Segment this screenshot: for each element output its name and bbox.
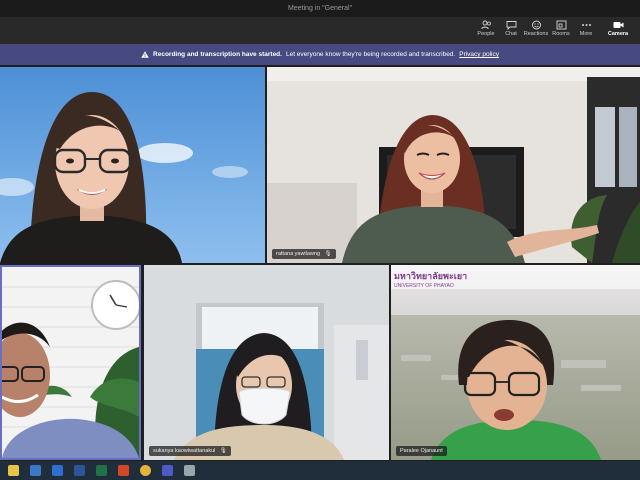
participant-tile-1[interactable] (0, 67, 265, 263)
window-title: Meeting in "General" (287, 5, 353, 12)
chat-icon (506, 21, 516, 30)
window-titlebar: Meeting in "General" (0, 0, 640, 17)
people-icon (480, 20, 491, 30)
participant-video-5 (391, 265, 640, 460)
snip-icon[interactable] (184, 465, 195, 476)
mic-muted-icon: 🎙 (324, 251, 332, 257)
participant-tile-2[interactable]: rattana yawilawng 🎙 (267, 67, 640, 263)
recording-banner: Recording and transcription have started… (0, 44, 640, 65)
rooms-icon (556, 20, 566, 30)
participant-name-tag: Paralee Ojanaunt (396, 446, 447, 456)
participant-name-tag: sukanya kaowiwattanakul 🎙 (149, 446, 231, 456)
participant-video-2 (267, 67, 640, 263)
banner-bold-text: Recording and transcription have started… (153, 51, 282, 58)
word-icon[interactable] (74, 465, 85, 476)
store-icon[interactable] (30, 465, 41, 476)
chrome-icon[interactable] (140, 465, 151, 476)
participant-tile-4[interactable]: sukanya kaowiwattanakul 🎙 (144, 265, 389, 460)
warning-icon (141, 51, 149, 58)
powerpoint-icon[interactable] (118, 465, 129, 476)
more-button[interactable]: More (571, 19, 601, 43)
excel-icon[interactable] (96, 465, 107, 476)
teams-icon[interactable] (162, 465, 173, 476)
meeting-toolbar: People Chat Reactions Rooms More Camera (0, 17, 640, 44)
more-icon (581, 24, 591, 26)
camera-icon (613, 22, 623, 28)
participant-tile-3[interactable] (0, 265, 141, 460)
privacy-policy-link[interactable]: Privacy policy (459, 51, 499, 58)
participant-video-4 (144, 265, 389, 460)
participant-tile-5[interactable]: มหาวิทยาลัยพะเยา UNIVERSITY OF PHAYAO Pa… (391, 265, 640, 460)
mail-icon[interactable] (52, 465, 63, 476)
banner-text: Let everyone know they're being recorded… (285, 51, 456, 58)
file-explorer-icon[interactable] (8, 465, 19, 476)
university-sign: มหาวิทยาลัยพะเยา UNIVERSITY OF PHAYAO (394, 271, 468, 289)
windows-taskbar (0, 461, 640, 480)
participant-name-tag: rattana yawilawng 🎙 (272, 249, 336, 259)
reactions-icon (531, 20, 541, 30)
mic-muted-icon: 🎙 (219, 448, 227, 454)
participant-video-3 (2, 267, 139, 458)
participant-video-1 (0, 67, 265, 263)
camera-button[interactable]: Camera (603, 19, 633, 43)
